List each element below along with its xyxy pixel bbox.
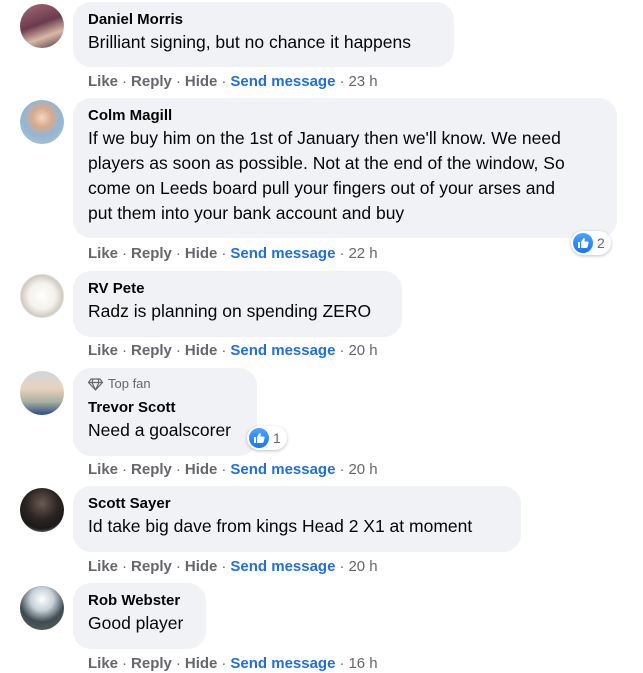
separator: · [339,73,345,90]
send-message-link[interactable]: Send message [230,461,335,478]
separator: · [339,558,345,575]
timestamp[interactable]: 20 h [348,461,377,478]
separator: · [339,655,345,672]
comment-bubble: RV Pete Radz is planning on spending ZER… [73,271,402,337]
reply-button[interactable]: Reply [131,558,172,575]
reaction-number: 1 [273,430,281,446]
like-button[interactable]: Like [88,73,118,90]
hide-button[interactable]: Hide [185,342,218,359]
separator: · [221,73,227,90]
timestamp[interactable]: 22 h [348,245,377,262]
separator: · [339,342,345,359]
separator: · [221,655,227,672]
commenter-name[interactable]: Daniel Morris [88,10,439,30]
separator: · [122,342,128,359]
commenter-name[interactable]: Colm Magill [88,106,602,126]
comment-actions: Like · Reply · Hide · Send message · 22 h [88,245,378,263]
avatar[interactable] [20,274,64,318]
separator: · [122,655,128,672]
comment-text: Radz is planning on spending ZERO [88,301,372,321]
avatar[interactable] [20,4,64,48]
separator: · [175,245,181,262]
separator: · [339,245,345,262]
like-button[interactable]: Like [88,655,118,672]
comment-text: Id take big dave from kings Head 2 X1 at… [88,516,473,536]
hide-button[interactable]: Hide [185,245,218,262]
reply-button[interactable]: Reply [131,245,172,262]
comment-bubble: Scott Sayer Id take big dave from kings … [73,486,521,552]
timestamp[interactable]: 20 h [348,342,377,359]
comment-text-line: put them into your bank account and buy [88,203,405,223]
send-message-link[interactable]: Send message [230,73,335,90]
comment-bubble: Top fan Trevor Scott Need a goalscorer [73,368,257,456]
separator: · [122,245,128,262]
like-reaction-icon [573,233,593,253]
avatar[interactable] [20,100,64,144]
reply-button[interactable]: Reply [131,73,172,90]
separator: · [175,461,181,478]
top-fan-label: Top fan [108,376,151,391]
comment-actions: Like · Reply · Hide · Send message · 23 h [88,73,378,91]
comment-actions: Like · Reply · Hide · Send message · 20 h [88,461,378,479]
reaction-count[interactable]: 1 [247,426,287,450]
separator: · [122,461,128,478]
hide-button[interactable]: Hide [185,655,218,672]
timestamp[interactable]: 20 h [348,558,377,575]
comment-text: Brilliant signing, but no chance it happ… [88,32,411,52]
diamond-icon [88,377,103,391]
comment-bubble: Colm Magill If we buy him on the 1st of … [73,98,617,238]
hide-button[interactable]: Hide [185,73,218,90]
reaction-count[interactable]: 2 [571,231,611,255]
like-button[interactable]: Like [88,342,118,359]
separator: · [175,342,181,359]
comment-text: Need a goalscorer [88,420,231,440]
comment-actions: Like · Reply · Hide · Send message · 20 h [88,342,378,360]
send-message-link[interactable]: Send message [230,342,335,359]
timestamp[interactable]: 16 h [348,655,377,672]
send-message-link[interactable]: Send message [230,558,335,575]
like-button[interactable]: Like [88,461,118,478]
send-message-link[interactable]: Send message [230,245,335,262]
comment-bubble: Daniel Morris Brilliant signing, but no … [73,2,454,67]
separator: · [122,73,128,90]
comment-text-line: If we buy him on the 1st of January then… [88,128,561,148]
hide-button[interactable]: Hide [185,461,218,478]
comment-text-line: come on Leeds board pull your fingers ou… [88,178,555,198]
commenter-name[interactable]: RV Pete [88,279,387,299]
separator: · [339,461,345,478]
like-reaction-icon [249,428,269,448]
top-fan-badge[interactable]: Top fan [88,376,242,392]
separator: · [122,558,128,575]
commenter-name[interactable]: Rob Webster [88,591,191,611]
separator: · [221,245,227,262]
comment-text: Good player [88,613,184,633]
separator: · [221,558,227,575]
reply-button[interactable]: Reply [131,461,172,478]
send-message-link[interactable]: Send message [230,655,335,672]
like-button[interactable]: Like [88,245,118,262]
separator: · [175,655,181,672]
timestamp[interactable]: 23 h [348,73,377,90]
reply-button[interactable]: Reply [131,655,172,672]
avatar[interactable] [20,371,64,415]
comment-text-line: players as soon as possible. Not at the … [88,153,565,173]
avatar[interactable] [20,586,64,630]
comment-actions: Like · Reply · Hide · Send message · 20 h [88,558,378,576]
hide-button[interactable]: Hide [185,558,218,575]
comment-actions: Like · Reply · Hide · Send message · 16 h [88,655,378,673]
separator: · [221,342,227,359]
commenter-name[interactable]: Scott Sayer [88,494,506,514]
comment-bubble: Rob Webster Good player [73,583,206,649]
like-button[interactable]: Like [88,558,118,575]
reply-button[interactable]: Reply [131,342,172,359]
separator: · [175,73,181,90]
reaction-number: 2 [597,235,605,251]
commenter-name[interactable]: Trevor Scott [88,398,242,418]
avatar[interactable] [20,488,64,532]
separator: · [221,461,227,478]
separator: · [175,558,181,575]
